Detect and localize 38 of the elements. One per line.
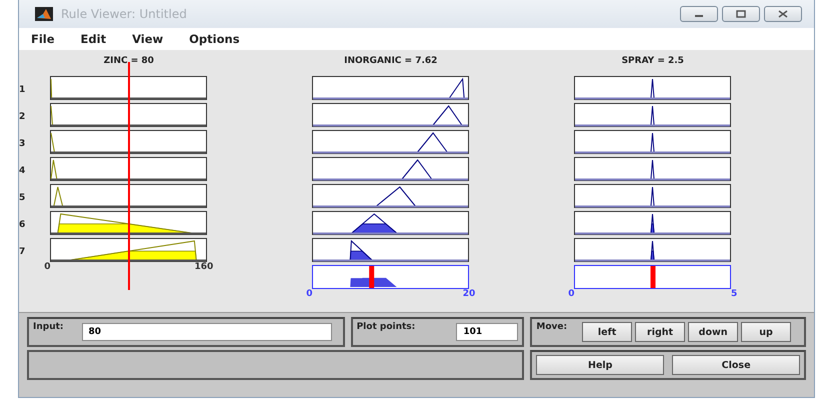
menu-item[interactable]: File [31,32,55,46]
move-button[interactable]: right [635,322,686,342]
axis-tick-label: 160 [194,262,214,272]
rule-number: 3 [19,138,26,151]
close-button[interactable] [764,6,802,22]
axis-tick-label: 5 [731,289,738,299]
input-field[interactable]: 80 [82,323,332,341]
close-icon [778,10,788,18]
menu-item[interactable]: Edit [80,32,106,46]
input-label: Input: [33,321,64,332]
move-button[interactable]: up [741,322,792,342]
rule-number: 1 [19,84,26,97]
menu-item[interactable]: Options [189,32,240,46]
rule-number: 4 [19,165,26,178]
move-button[interactable]: left [582,322,632,342]
minimize-button[interactable] [680,6,718,22]
axis-tick-label: 0 [306,289,313,299]
variable-title: INORGANIC = 7.62 [343,55,438,68]
axis-tick-label: 0 [568,289,575,299]
rule-number: 5 [19,192,26,205]
rule-number: 6 [19,219,26,232]
dialog-button[interactable]: Help [536,355,664,375]
window-title: Rule Viewer: Untitled [61,7,187,21]
axis-tick-label: 20 [462,289,476,299]
menu-item[interactable]: View [132,32,164,46]
variable-title: SPRAY = 2.5 [620,55,685,68]
move-label: Move: [536,321,568,332]
axis-tick-label: 0 [44,262,51,272]
maximize-button[interactable] [722,6,760,22]
plot-points-label: Plot points: [356,321,416,332]
rule-number: 2 [19,111,26,124]
dialog-button[interactable]: Close [672,355,800,375]
maximize-icon [736,10,746,18]
plot-points-field[interactable]: 101 [456,323,518,341]
move-button[interactable]: down [688,322,738,342]
app-logo-icon [35,7,53,21]
variable-title: ZINC = 80 [102,55,155,68]
rule-number: 7 [19,246,26,259]
